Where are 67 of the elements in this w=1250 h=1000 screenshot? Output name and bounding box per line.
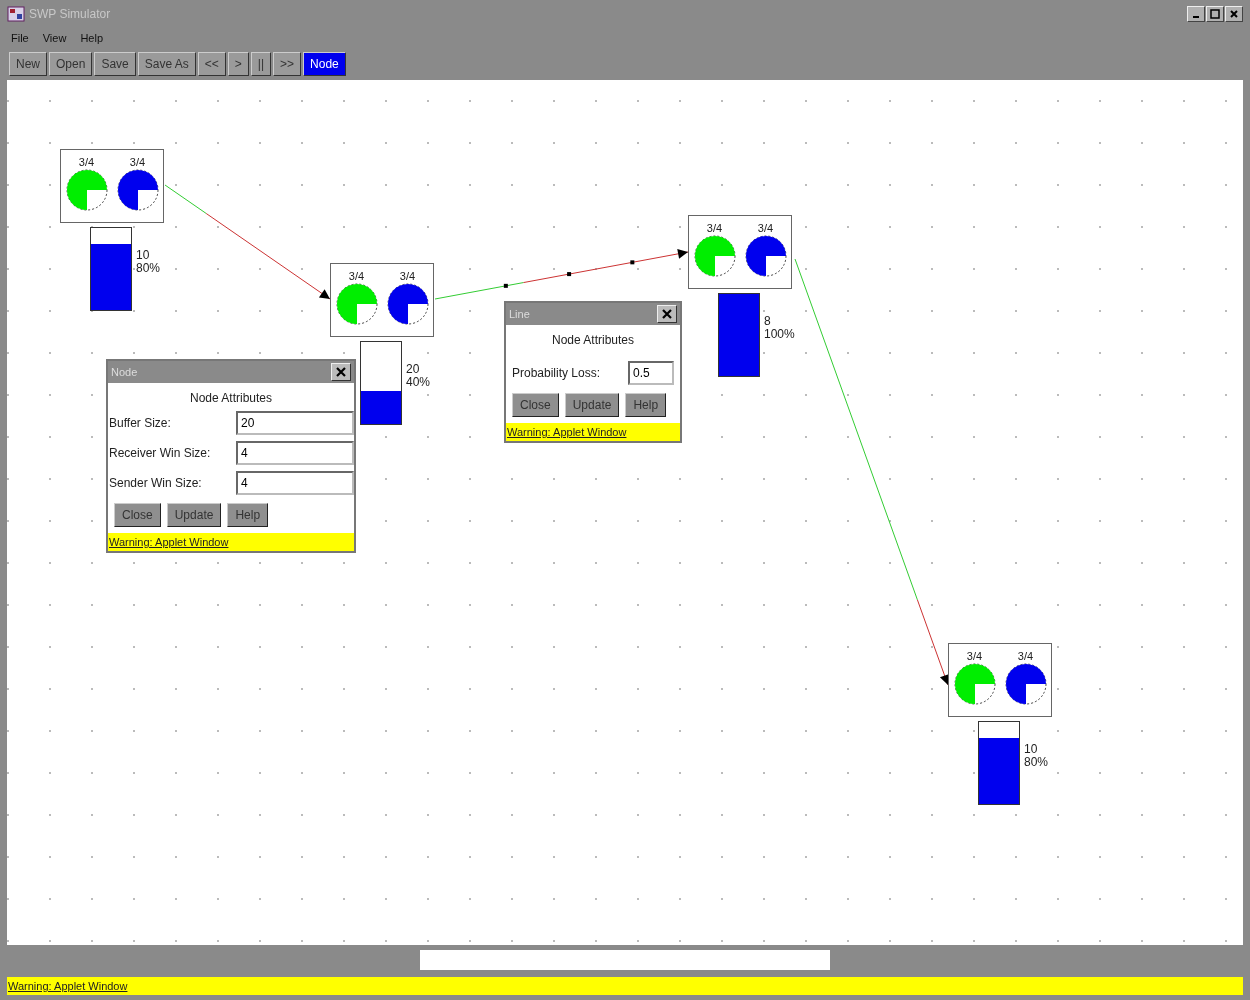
close-button[interactable] <box>657 305 677 323</box>
window-fraction: 3/4 <box>78 156 95 168</box>
buffer-percent: 40% <box>406 376 431 389</box>
menu-item[interactable]: File <box>11 32 29 44</box>
buffer-count: 10 <box>136 249 151 262</box>
window-fraction: 3/4 <box>757 222 774 234</box>
dialog-title: Node <box>111 366 138 378</box>
close-icon <box>336 367 346 377</box>
node-box[interactable]: 3/4 3/4 <box>948 643 1052 717</box>
input-field[interactable]: 0.5 <box>628 361 674 385</box>
toolbar-button[interactable]: Node <box>303 52 346 76</box>
node-box[interactable]: 3/4 3/4 <box>60 149 164 223</box>
buffer-percent: 100% <box>764 328 795 341</box>
toolbar-button[interactable]: || <box>250 52 272 76</box>
app-icon <box>7 6 25 22</box>
field-label: Buffer Size: <box>109 416 171 430</box>
maximize-icon <box>1210 9 1220 19</box>
window-title: SWP Simulator <box>29 7 111 21</box>
field-label: Receiver Win Size: <box>109 446 211 460</box>
window-fraction: 3/4 <box>1017 650 1034 662</box>
toolbar-button[interactable]: Save <box>94 52 136 76</box>
window-fraction: 3/4 <box>348 270 365 282</box>
close-button[interactable] <box>331 363 351 381</box>
menu-item[interactable]: View <box>42 32 67 44</box>
toolbar-button[interactable]: New <box>9 52 47 76</box>
window-fraction: 3/4 <box>966 650 983 662</box>
toolbar-button[interactable]: > <box>227 52 249 76</box>
toolbar-button[interactable]: >> <box>273 52 302 76</box>
buffer-percent: 80% <box>136 262 161 275</box>
field-label: Probability Loss: <box>512 366 601 380</box>
warning-bar: Warning: Applet Window <box>108 533 354 551</box>
dialog-heading: Node Attributes <box>550 332 636 349</box>
dialog-heading: Node Attributes <box>188 390 274 407</box>
buffer-percent: 80% <box>1024 756 1049 769</box>
window-fraction: 3/4 <box>129 156 146 168</box>
dialog-title: Line <box>509 308 530 320</box>
warning-bar: Warning: Applet Window <box>506 423 680 441</box>
field-label: Sender Win Size: <box>109 476 202 490</box>
scrollbar-thumb[interactable] <box>420 950 830 970</box>
dialog-button[interactable]: Help <box>227 503 269 527</box>
dialog-button[interactable]: Help <box>625 393 667 417</box>
dialog-button[interactable]: Update <box>166 503 222 527</box>
close-icon <box>662 309 672 319</box>
close-button[interactable] <box>1225 6 1243 22</box>
toolbar-button[interactable]: Open <box>49 52 93 76</box>
dialog-button[interactable]: Update <box>564 393 620 417</box>
minimize-button[interactable] <box>1187 6 1205 22</box>
input-field[interactable]: 4 <box>236 471 354 495</box>
link-arrow[interactable] <box>434 248 689 300</box>
toolbar-button[interactable]: Save As <box>137 52 196 76</box>
dialog-button[interactable]: Close <box>512 393 559 417</box>
node-box[interactable]: 3/4 3/4 <box>688 215 792 289</box>
dialog-button[interactable]: Close <box>114 503 161 527</box>
input-field[interactable]: 4 <box>236 441 354 465</box>
buffer-count: 20 <box>406 363 421 376</box>
menu-item[interactable]: Help <box>80 32 103 44</box>
warning-bar: Warning: Applet Window <box>7 977 1243 995</box>
maximize-button[interactable] <box>1206 6 1224 22</box>
node-box[interactable]: 3/4 3/4 <box>330 263 434 337</box>
buffer-count: 8 <box>764 315 772 328</box>
minimize-icon <box>1193 16 1199 18</box>
buffer-count: 10 <box>1024 743 1039 756</box>
window-fraction: 3/4 <box>399 270 416 282</box>
window-fraction: 3/4 <box>706 222 723 234</box>
close-icon <box>1229 9 1239 19</box>
toolbar-button[interactable]: << <box>197 52 226 76</box>
input-field[interactable]: 20 <box>236 411 354 435</box>
